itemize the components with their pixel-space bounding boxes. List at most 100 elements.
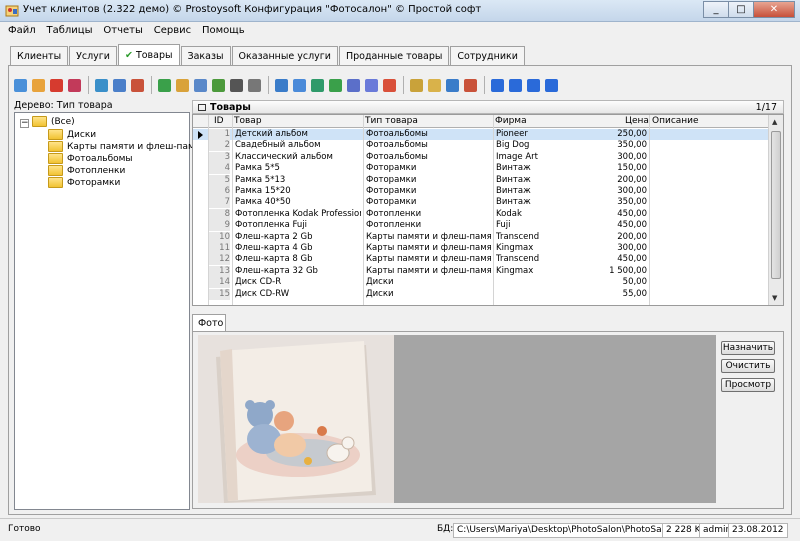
tab-employees[interactable]: Сотрудники xyxy=(450,46,525,66)
cell-name[interactable]: Рамка 5*5 xyxy=(235,163,361,174)
cell-type[interactable]: Фотоальбомы xyxy=(366,129,491,140)
prev-record-icon[interactable] xyxy=(507,77,524,94)
cell-type[interactable]: Фоторамки xyxy=(366,197,491,208)
cell-price[interactable]: 55,00 xyxy=(568,289,647,300)
cell-desc[interactable] xyxy=(653,140,763,151)
assign-photo-button[interactable]: Назначить xyxy=(721,341,775,355)
scroll-down-icon[interactable]: ▼ xyxy=(772,294,777,302)
cell-id[interactable]: 11 xyxy=(208,243,230,254)
cell-name[interactable]: Рамка 40*50 xyxy=(235,197,361,208)
cell-type[interactable]: Карты памяти и флеш-память xyxy=(366,243,491,254)
cell-desc[interactable] xyxy=(653,129,763,140)
cell-name[interactable]: Классический альбом xyxy=(235,152,361,163)
scroll-thumb[interactable] xyxy=(771,131,781,279)
find-icon[interactable] xyxy=(228,77,245,94)
cell-price[interactable]: 350,00 xyxy=(568,140,647,151)
first-record-icon[interactable] xyxy=(489,77,506,94)
cell-id[interactable]: 13 xyxy=(208,265,230,277)
cell-desc[interactable] xyxy=(653,152,763,163)
cell-price[interactable]: 450,00 xyxy=(568,254,647,265)
table-row[interactable]: 14 Диск CD-R Диски 50,00 xyxy=(193,277,769,289)
cell-desc[interactable] xyxy=(653,163,763,174)
column-price[interactable]: Цена xyxy=(625,116,649,126)
cell-id[interactable]: 8 xyxy=(208,208,230,220)
cell-id[interactable]: 9 xyxy=(208,220,230,232)
table-row[interactable]: 4 Рамка 5*5 Фоторамки Винтаж 150,00 xyxy=(193,163,769,175)
cell-type[interactable]: Фотоальбомы xyxy=(366,152,491,163)
cell-id[interactable]: 7 xyxy=(208,197,230,209)
cell-type[interactable]: Карты памяти и флеш-память xyxy=(366,254,491,265)
cell-id[interactable]: 3 xyxy=(208,151,230,163)
cell-type[interactable]: Фотопленки xyxy=(366,220,491,231)
menu-help[interactable]: Помощь xyxy=(198,22,249,36)
next-record-icon[interactable] xyxy=(525,77,542,94)
cell-price[interactable]: 1 500,00 xyxy=(568,266,647,277)
print-icon[interactable] xyxy=(345,77,362,94)
cell-name[interactable]: Свадебный альбом xyxy=(235,140,361,151)
import-icon[interactable] xyxy=(327,77,344,94)
columns-icon[interactable] xyxy=(444,77,461,94)
sort-icon[interactable] xyxy=(192,77,209,94)
grid-scrollbar[interactable]: ▲ ▼ xyxy=(768,115,783,305)
close-button[interactable]: ✕ xyxy=(753,1,795,18)
column-desc[interactable]: Описание xyxy=(652,116,699,126)
collapse-icon[interactable]: − xyxy=(20,119,29,128)
cell-id[interactable]: 1 xyxy=(208,129,230,140)
clear-photo-button[interactable]: Очистить xyxy=(721,359,775,373)
cell-price[interactable]: 200,00 xyxy=(568,232,647,243)
cell-desc[interactable] xyxy=(653,243,763,254)
table-row[interactable]: 15 Диск CD-RW Диски 55,00 xyxy=(193,288,769,300)
cell-desc[interactable] xyxy=(653,197,763,208)
add-icon[interactable] xyxy=(12,77,29,94)
tab-orders[interactable]: Заказы xyxy=(180,46,231,66)
tab-photo[interactable]: Фото xyxy=(192,314,226,332)
menu-tables[interactable]: Таблицы xyxy=(43,22,97,36)
print-preview-icon[interactable] xyxy=(363,77,380,94)
menu-service[interactable]: Сервис xyxy=(150,22,195,36)
cell-type[interactable]: Карты памяти и флеш-память xyxy=(366,266,491,277)
cell-desc[interactable] xyxy=(653,186,763,197)
cell-name[interactable]: Детский альбом xyxy=(235,129,361,140)
tree-node-memory-cards[interactable]: Карты памяти и флеш-память xyxy=(48,141,211,152)
cell-id[interactable]: 2 xyxy=(208,140,230,152)
report-edit-icon[interactable] xyxy=(426,77,443,94)
table-row[interactable]: 2 Свадебный альбом Фотоальбомы Big Dog 350,0… xyxy=(193,140,769,152)
table-row[interactable]: 6 Рамка 15*20 Фоторамки Винтаж 300,00 xyxy=(193,186,769,197)
cell-name[interactable]: Рамка 5*13 xyxy=(235,175,361,186)
column-id[interactable]: ID xyxy=(214,116,224,126)
table-row[interactable]: 9 Фотопленка Fuji Фотопленки Fuji 450,00 xyxy=(193,220,769,232)
cell-price[interactable]: 300,00 xyxy=(568,152,647,163)
cell-desc[interactable] xyxy=(653,277,763,288)
cell-desc[interactable] xyxy=(653,289,763,300)
tab-goods[interactable]: ✔ Товары xyxy=(117,44,180,66)
cell-id[interactable]: 10 xyxy=(208,231,230,243)
group-icon[interactable] xyxy=(174,77,191,94)
delete-icon[interactable] xyxy=(48,77,65,94)
cell-price[interactable]: 250,00 xyxy=(568,129,647,140)
table-row[interactable]: 13 Флеш-карта 32 Gb Карты памяти и флеш-па… xyxy=(193,265,769,277)
cell-price[interactable]: 350,00 xyxy=(568,197,647,208)
table-row[interactable]: 8 Фотопленка Kodak Professional Фотопленки… xyxy=(193,208,769,220)
filter-remove-icon[interactable] xyxy=(129,77,146,94)
cell-price[interactable]: 150,00 xyxy=(568,163,647,174)
cell-id[interactable]: 6 xyxy=(208,186,230,197)
settings-icon[interactable] xyxy=(462,77,479,94)
chart-icon[interactable] xyxy=(381,77,398,94)
export-icon[interactable] xyxy=(309,77,326,94)
sum-icon[interactable] xyxy=(210,77,227,94)
filter-clear-icon[interactable] xyxy=(111,77,128,94)
cell-type[interactable]: Фотопленки xyxy=(366,209,491,220)
scroll-up-icon[interactable]: ▲ xyxy=(772,118,777,126)
menu-file[interactable]: Файл xyxy=(0,22,40,36)
report-icon[interactable] xyxy=(408,77,425,94)
filter-icon[interactable] xyxy=(93,77,110,94)
cell-name[interactable]: Диск CD-RW xyxy=(235,289,361,300)
cell-type[interactable]: Карты памяти и флеш-память xyxy=(366,232,491,243)
cell-price[interactable]: 200,00 xyxy=(568,175,647,186)
tree-node-frames[interactable]: Фоторамки xyxy=(48,177,120,188)
cell-desc[interactable] xyxy=(653,175,763,186)
delete-all-icon[interactable] xyxy=(66,77,83,94)
cell-price[interactable]: 450,00 xyxy=(568,209,647,220)
cell-desc[interactable] xyxy=(653,266,763,277)
cell-price[interactable]: 300,00 xyxy=(568,186,647,197)
